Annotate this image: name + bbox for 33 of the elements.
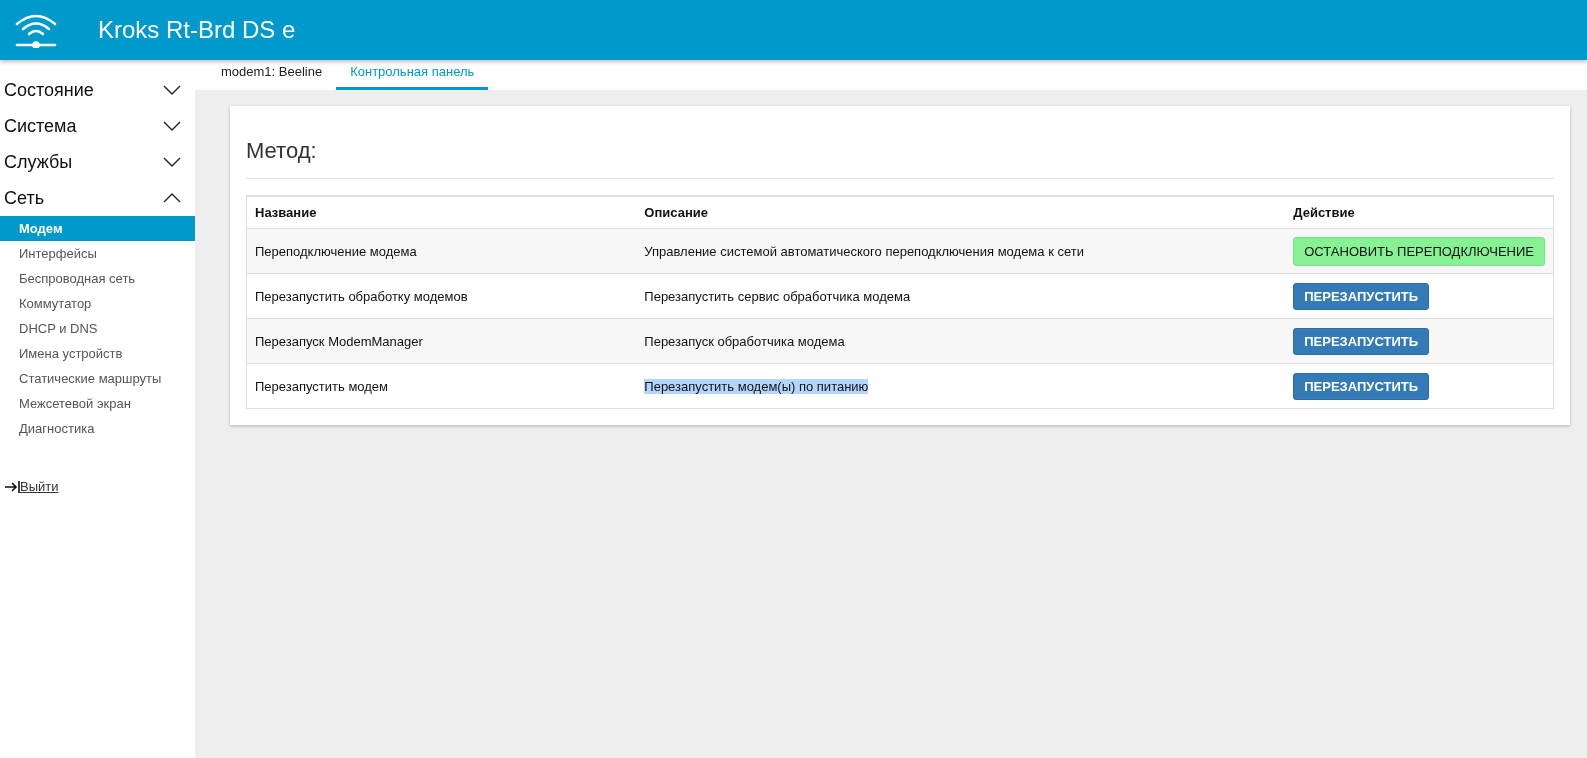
selected-text: Перезапустить модем(ы) по питанию	[644, 378, 869, 394]
wifi-router-icon	[14, 12, 58, 48]
stop-reconnect-button[interactable]: ОСТАНОВИТЬ ПЕРЕПОДКЛЮЧЕНИЕ	[1293, 236, 1545, 266]
menu-item[interactable]: Межсетевой экран	[0, 391, 195, 416]
method-description: Перезапустить сервис обработчика модема	[644, 288, 911, 304]
menu-item[interactable]: Интерфейсы	[0, 241, 195, 266]
menu-section[interactable]: Система	[0, 108, 195, 144]
menu-section[interactable]: Службы	[0, 144, 195, 180]
logout-link[interactable]: Выйти	[20, 479, 59, 494]
column-header: Описание	[644, 205, 708, 220]
column-header: Действие	[1293, 205, 1355, 220]
section-title: Метод:	[246, 138, 1554, 179]
logout-icon	[4, 479, 20, 494]
menu-item[interactable]: Статические маршруты	[0, 366, 195, 391]
method-description: Управление системой автоматического переподключения модема к сети	[644, 243, 1084, 259]
method-name: Перезапустить обработку модемов	[255, 288, 468, 304]
menu-item[interactable]: Беспроводная сеть	[0, 266, 195, 291]
menu-section[interactable]: Сеть	[0, 180, 195, 216]
menu-item[interactable]: Имена устройств	[0, 341, 195, 366]
menu-item[interactable]: DHCP и DNS	[0, 316, 195, 341]
restart-button[interactable]: ПЕРЕЗАПУСТИТЬ	[1293, 282, 1430, 310]
restart-button[interactable]: ПЕРЕЗАПУСТИТЬ	[1293, 372, 1430, 400]
method-name: Перезапустить модем	[255, 378, 389, 394]
method-name: Перезапуск ModemManager	[255, 333, 423, 349]
menu-item[interactable]: Диагностика	[0, 416, 195, 441]
tab[interactable]: modem1: Beeline	[207, 64, 337, 90]
menu-section[interactable]: Состояние	[0, 72, 195, 108]
device-title: Kroks Rt-Brd DS e	[98, 16, 296, 44]
method-description: Перезапуск обработчика модема	[644, 333, 845, 349]
column-header: Название	[255, 205, 317, 220]
restart-button[interactable]: ПЕРЕЗАПУСТИТЬ	[1293, 327, 1430, 355]
menu-item[interactable]: Коммутатор	[0, 291, 195, 316]
method-name: Переподключение модема	[255, 243, 417, 259]
